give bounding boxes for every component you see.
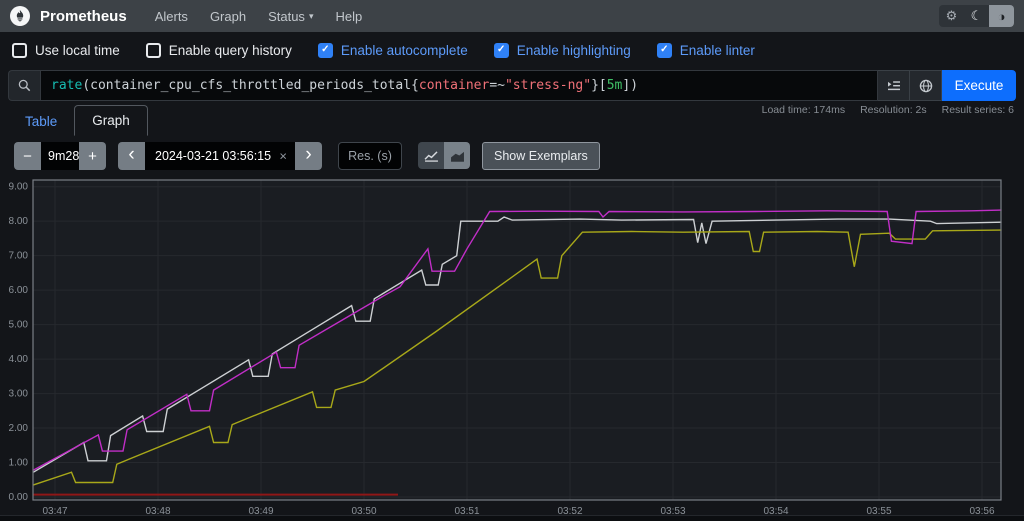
app-title: Prometheus [40,8,127,25]
page-bottom-strip [0,515,1024,521]
auto-theme-button[interactable]: ◑ [989,5,1014,27]
range-input[interactable]: 9m28s [41,142,79,170]
load-time: Load time: 174ms [762,104,845,116]
time-series-chart[interactable]: 0.00 1.00 2.00 3.00 4.00 5.00 6.00 7.00 8.00 9.00… [0,170,1024,521]
time-forward-button[interactable]: › [295,142,322,170]
enable-linter-checkbox[interactable]: ✓ Enable linter [657,43,755,58]
options-row: ✓ Use local time ✓ Enable query history … [0,32,1024,68]
time-picker: ‹ 2024-03-21 03:56:15 × › [118,142,322,170]
checkbox-label: Enable autocomplete [341,43,468,58]
prometheus-logo-icon[interactable] [10,6,30,26]
line-chart-button[interactable] [418,142,444,169]
svg-text:9.00: 9.00 [9,182,29,193]
chevron-left-icon: ‹ [128,145,134,164]
chevron-down-icon: ▾ [309,11,314,22]
dark-theme-button[interactable]: ☾ [964,5,989,27]
moon-icon: ☾ [971,8,983,24]
query-expression-input[interactable]: rate(container_cpu_cfs_throttled_periods… [40,70,878,101]
chevron-right-icon: › [305,145,311,164]
time-back-button[interactable]: ‹ [118,142,145,170]
settings-button[interactable]: ⚙ [939,5,964,27]
checkbox-icon: ✓ [318,43,333,58]
query-stats: Load time: 174ms Resolution: 2s Result s… [762,104,1014,116]
globe-icon [919,79,933,93]
checkbox-label: Enable highlighting [517,43,631,58]
show-exemplars-button[interactable]: Show Exemplars [482,142,600,170]
resolution-input[interactable] [338,142,402,170]
search-addon [8,70,40,101]
panel-tabs: Table Graph [8,106,148,136]
navbar: Prometheus Alerts Graph Status▾ Help ⚙ ☾… [0,0,1024,32]
gear-icon: ⚙ [946,8,958,24]
enable-autocomplete-checkbox[interactable]: ✓ Enable autocomplete [318,43,468,58]
checkbox-label: Use local time [35,43,120,58]
range-decrease-button[interactable]: − [14,142,41,170]
theme-button-group: ⚙ ☾ ◑ [939,5,1014,27]
enable-query-history-checkbox[interactable]: ✓ Enable query history [146,43,292,58]
svg-text:8.00: 8.00 [9,216,29,227]
insert-metric-button[interactable] [878,70,910,101]
metric-list-icon [887,80,901,92]
svg-text:2.00: 2.00 [9,423,29,434]
tab-table[interactable]: Table [8,107,74,136]
nav-item-help[interactable]: Help [335,9,362,24]
nav-item-graph[interactable]: Graph [210,9,246,24]
use-local-time-checkbox[interactable]: ✓ Use local time [12,43,120,58]
checkbox-icon: ✓ [657,43,672,58]
result-series: Result series: 6 [942,104,1014,116]
tab-graph[interactable]: Graph [74,105,148,136]
svg-text:1.00: 1.00 [9,458,29,469]
clear-time-icon[interactable]: × [279,149,287,164]
svg-text:3.00: 3.00 [9,389,29,400]
search-icon [18,79,31,92]
metrics-explorer-button[interactable] [910,70,942,101]
checkbox-icon: ✓ [12,43,27,58]
contrast-icon: ◑ [998,9,1006,24]
enable-highlighting-checkbox[interactable]: ✓ Enable highlighting [494,43,631,58]
stacked-chart-button[interactable] [444,142,470,169]
range-stepper: − 9m28s + [14,142,106,170]
execute-button[interactable]: Execute [942,70,1016,101]
checkbox-icon: ✓ [494,43,509,58]
query-bar: rate(container_cpu_cfs_throttled_periods… [8,70,1016,101]
svg-text:0.00: 0.00 [9,492,29,503]
datetime-input[interactable]: 2024-03-21 03:56:15 × [145,142,295,170]
checkbox-icon: ✓ [146,43,161,58]
nav-item-status[interactable]: Status▾ [268,9,313,24]
graph-controls: − 9m28s + ‹ 2024-03-21 03:56:15 × › Show… [14,142,600,170]
resolution: Resolution: 2s [860,104,927,116]
svg-text:7.00: 7.00 [9,251,29,262]
svg-text:5.00: 5.00 [9,320,29,331]
checkbox-label: Enable linter [680,43,755,58]
query-expression: rate(container_cpu_cfs_throttled_periods… [51,78,638,93]
range-increase-button[interactable]: + [79,142,106,170]
stacked-chart-icon [450,150,465,162]
chart-type-toggle [418,142,470,170]
svg-text:4.00: 4.00 [9,354,29,365]
checkbox-label: Enable query history [169,43,292,58]
nav-item-alerts[interactable]: Alerts [155,9,188,24]
line-chart-icon [424,150,439,162]
svg-text:6.00: 6.00 [9,285,29,296]
